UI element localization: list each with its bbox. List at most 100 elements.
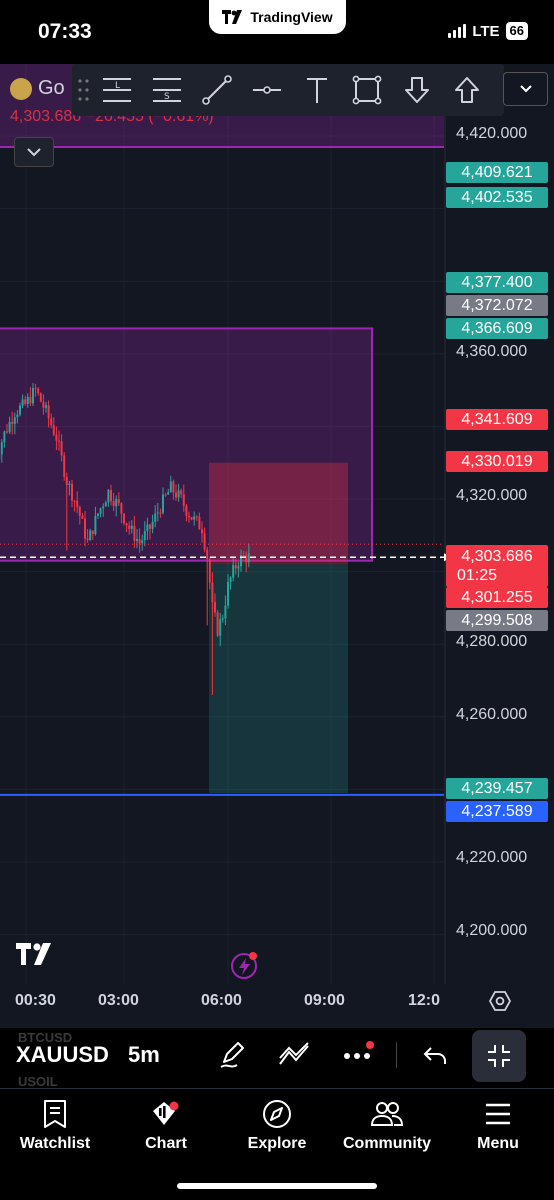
candle-body bbox=[97, 513, 99, 516]
tab-explore[interactable]: Explore bbox=[222, 1099, 332, 1153]
candle-body bbox=[0, 442, 3, 455]
candle-body bbox=[81, 515, 84, 519]
candle-body bbox=[154, 513, 157, 522]
tab-label: Chart bbox=[145, 1135, 187, 1152]
candle-body bbox=[136, 538, 138, 541]
price-badge: 4,366.609 bbox=[446, 318, 548, 339]
undo-icon[interactable] bbox=[420, 1040, 448, 1070]
arrow-up-tool[interactable] bbox=[442, 64, 492, 116]
candle-body bbox=[84, 518, 86, 539]
drawings bbox=[0, 64, 444, 796]
candle-body bbox=[68, 483, 71, 485]
candle-body bbox=[203, 533, 206, 550]
candle-body bbox=[94, 515, 97, 535]
network-type: LTE bbox=[472, 22, 500, 40]
battery-icon: 66 bbox=[505, 22, 528, 40]
candle-body bbox=[42, 401, 45, 408]
short-position-tool[interactable]: S bbox=[142, 64, 192, 116]
candle-body bbox=[8, 421, 11, 433]
symbol-chip[interactable]: Go bbox=[10, 77, 65, 100]
candle-body bbox=[208, 559, 211, 583]
trend-line-tool[interactable] bbox=[192, 64, 242, 116]
more-icon[interactable] bbox=[342, 1040, 376, 1070]
candle-body bbox=[19, 405, 21, 415]
arrow-up-icon bbox=[455, 77, 479, 103]
candle-body bbox=[224, 605, 227, 619]
candle-body bbox=[26, 397, 29, 404]
price-tick: 4,200.000 bbox=[456, 922, 528, 939]
candle-body bbox=[151, 521, 154, 529]
price-badge: 4,299.508 bbox=[446, 610, 548, 631]
candle-body bbox=[13, 417, 16, 424]
tab-watchlist[interactable]: Watchlist bbox=[0, 1099, 110, 1153]
candle-body bbox=[112, 501, 115, 507]
axis-settings-icon[interactable] bbox=[489, 990, 511, 1012]
candle-body bbox=[29, 397, 32, 404]
candle-body bbox=[169, 481, 172, 493]
chart-icon bbox=[153, 1101, 179, 1125]
tab-label: Watchlist bbox=[19, 1135, 91, 1152]
ruler-l-icon: L bbox=[103, 78, 131, 102]
candle-body bbox=[47, 405, 50, 419]
tab-menu[interactable]: Menu bbox=[443, 1099, 553, 1153]
candle-body bbox=[219, 619, 222, 636]
candle-body bbox=[159, 512, 162, 514]
indicators-icon[interactable] bbox=[278, 1040, 310, 1070]
candle-body bbox=[39, 393, 42, 402]
bar-countdown: 01:25 bbox=[457, 567, 498, 584]
time-tick: 09:00 bbox=[304, 992, 345, 1009]
candle-body bbox=[58, 440, 60, 442]
last-price-text: 4,303.686 bbox=[10, 108, 82, 125]
candle-body bbox=[146, 524, 149, 532]
tab-community[interactable]: Community bbox=[332, 1099, 442, 1153]
tab-label: Community bbox=[343, 1135, 431, 1152]
last-price-value: 4,303.686 bbox=[461, 548, 533, 565]
toolbar-dropdown[interactable] bbox=[503, 72, 548, 106]
candle-body bbox=[143, 531, 146, 541]
horizontal-ray-tool[interactable] bbox=[242, 64, 292, 116]
symbol-button[interactable]: XAUUSD bbox=[16, 1042, 109, 1068]
candle-body bbox=[195, 516, 198, 518]
candle-body bbox=[182, 494, 185, 506]
collapse-icon bbox=[488, 1045, 510, 1067]
candle-body bbox=[89, 530, 92, 541]
drag-handle-icon[interactable] bbox=[76, 75, 92, 105]
candle-body bbox=[120, 503, 123, 514]
fullscreen-toggle-button[interactable] bbox=[472, 1030, 526, 1082]
text-tool[interactable] bbox=[292, 64, 342, 116]
time-tick: 03:00 bbox=[98, 992, 139, 1009]
pencil-icon[interactable] bbox=[218, 1040, 248, 1070]
ruler-s-icon: S bbox=[153, 78, 181, 102]
chart-area[interactable]: Go 4,303.686 −26.455 (−0.61%) L S 4,420.… bbox=[0, 64, 554, 1028]
symbol-name: Go bbox=[38, 77, 65, 99]
legend-toggle-button[interactable] bbox=[14, 137, 54, 167]
interval-button[interactable]: 5m bbox=[128, 1042, 160, 1068]
candle-body bbox=[193, 516, 196, 520]
price-badge: 4,372.072 bbox=[446, 295, 548, 316]
arrow-down-tool[interactable] bbox=[392, 64, 442, 116]
candle-body bbox=[156, 512, 159, 514]
app-pill[interactable]: TradingView bbox=[209, 0, 346, 34]
candle-body bbox=[216, 612, 219, 636]
position-stop-zone bbox=[209, 462, 348, 565]
rectangle-tool[interactable] bbox=[342, 64, 392, 116]
lightning-icon[interactable] bbox=[229, 950, 261, 982]
candle-body bbox=[78, 506, 81, 516]
chevron-down-icon bbox=[519, 85, 532, 93]
drawing-toolbar[interactable]: L S bbox=[72, 64, 504, 116]
price-badge: 4,377.400 bbox=[446, 272, 548, 293]
candle-body bbox=[206, 549, 209, 560]
candle-body bbox=[162, 494, 164, 513]
price-badge: 4,409.621 bbox=[446, 162, 548, 183]
long-position-tool[interactable]: L bbox=[92, 64, 142, 116]
candle-body bbox=[16, 414, 19, 418]
bottom-toolbar: BTCUSD XAUUSD USOIL 5m bbox=[0, 1028, 554, 1089]
candle-body bbox=[117, 499, 120, 504]
candle-body bbox=[185, 505, 188, 516]
tab-chart[interactable]: Chart bbox=[111, 1099, 221, 1153]
tradingview-watermark-icon bbox=[16, 943, 51, 965]
candle-body bbox=[190, 517, 193, 520]
candle-body bbox=[234, 564, 237, 569]
price-tick: 4,260.000 bbox=[456, 706, 528, 723]
hamburger-icon bbox=[486, 1103, 510, 1125]
